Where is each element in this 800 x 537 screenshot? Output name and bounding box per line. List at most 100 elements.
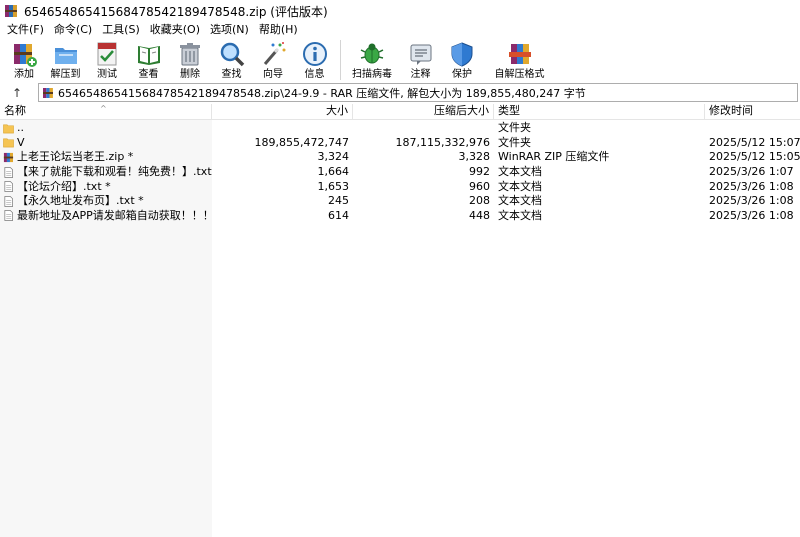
table-row[interactable]: 【来了就能下载和观看！纯免费！】.txt * 1,664 992 文本文档 20…	[0, 165, 800, 180]
file-name: 【永久地址发布页】.txt *	[17, 194, 144, 208]
menu-commands[interactable]: 命令(C)	[49, 22, 97, 38]
text-file-icon	[4, 210, 13, 222]
column-header-size[interactable]: 大小	[212, 104, 353, 120]
view-button[interactable]: 查看	[129, 38, 169, 82]
file-type: 文件夹	[498, 121, 531, 135]
magic-wand-icon	[263, 42, 286, 65]
file-type: 文件夹	[498, 135, 531, 149]
table-row[interactable]: V 189,855,472,747 187,115,332,976 文件夹 20…	[0, 136, 800, 151]
arrow-up-icon: ↑	[11, 85, 23, 100]
scan-virus-label: 扫描病毒	[352, 69, 392, 80]
folder-extract-icon	[54, 48, 77, 64]
table-row[interactable]: 【论坛介绍】.txt * 1,653 960 文本文档 2025/3/26 1:…	[0, 179, 800, 194]
text-file-icon	[4, 181, 13, 193]
add-archive-icon	[14, 44, 37, 67]
file-packed-size: 992	[469, 165, 490, 179]
menu-options[interactable]: 选项(N)	[205, 22, 254, 38]
file-name: 【论坛介绍】.txt *	[17, 179, 111, 193]
table-row[interactable]: 最新地址及APP请发邮箱自动获取！！！.txt * 614 448 文本文档 2…	[0, 209, 800, 224]
delete-button[interactable]: 删除	[170, 38, 210, 82]
magnifier-icon	[220, 42, 244, 67]
window-title: 65465486541568478542189478548.zip (评估版本)	[24, 4, 328, 19]
menu-help[interactable]: 帮助(H)	[254, 22, 303, 38]
file-size: 245	[328, 194, 349, 208]
info-label: 信息	[304, 69, 325, 80]
file-name: 【来了就能下载和观看！纯免费！】.txt *	[17, 165, 212, 179]
extract-to-button[interactable]: 解压到	[46, 38, 86, 82]
menu-file[interactable]: 文件(F)	[2, 22, 49, 38]
folder-icon	[3, 138, 14, 148]
info-icon	[302, 42, 327, 66]
text-file-icon	[4, 195, 13, 207]
find-label: 查找	[221, 69, 242, 80]
column-header-type[interactable]: 类型	[494, 104, 705, 120]
column-header-type-label: 类型	[498, 104, 520, 117]
file-size: 3,324	[317, 150, 350, 164]
file-type: 文本文档	[498, 179, 542, 193]
add-button[interactable]: 添加	[4, 38, 44, 82]
address-row: ↑ 65465486541568478542189478548.zip\24-9…	[0, 82, 800, 103]
protect-button[interactable]: 保护	[442, 38, 482, 82]
file-type: 文本文档	[498, 165, 542, 179]
trash-bin-icon	[180, 43, 200, 66]
column-header-modified[interactable]: 修改时间	[705, 104, 800, 120]
toolbar-separator	[340, 40, 341, 80]
file-name: 最新地址及APP请发邮箱自动获取！！！.txt *	[17, 208, 212, 222]
file-name: 上老王论坛当老王.zip *	[17, 150, 134, 164]
sfx-label: 自解压格式	[494, 69, 545, 80]
file-rows: .. 文件夹 V 189,855,472,747 187,115,332,976…	[0, 121, 800, 223]
file-packed-size: 448	[469, 208, 490, 222]
toolbar: 添加 解压到 测试 查看 删除 查找 向导 信息 扫描病毒 注释 保护 自解压格…	[0, 38, 800, 82]
find-button[interactable]: 查找	[212, 38, 252, 82]
file-modified: 2025/3/26 1:08	[709, 194, 794, 208]
shield-icon	[451, 42, 473, 67]
column-header-size-label: 大小	[326, 104, 348, 117]
file-packed-size: 3,328	[458, 150, 491, 164]
table-row[interactable]: .. 文件夹	[0, 121, 800, 136]
file-packed-size: 187,115,332,976	[395, 135, 490, 149]
test-checklist-icon	[97, 42, 117, 66]
column-header-name-label: 名称	[4, 104, 26, 117]
sfx-button[interactable]: 自解压格式	[484, 38, 556, 82]
view-label: 查看	[138, 69, 159, 80]
folder-up-icon	[3, 124, 14, 134]
title-bar: 65465486541568478542189478548.zip (评估版本)	[0, 0, 800, 22]
text-file-icon	[4, 166, 13, 178]
column-header-packed[interactable]: 压缩后大小	[353, 104, 494, 120]
add-label: 添加	[14, 69, 34, 80]
menu-tools[interactable]: 工具(S)	[97, 22, 145, 38]
file-modified: 2025/3/26 1:07	[709, 165, 794, 179]
comment-note-icon	[410, 44, 431, 65]
scan-virus-button[interactable]: 扫描病毒	[345, 38, 399, 82]
up-one-level-button[interactable]: ↑	[0, 82, 34, 103]
file-size: 1,653	[317, 179, 350, 193]
virus-scan-bug-icon	[360, 43, 384, 64]
archive-icon	[43, 87, 53, 98]
address-path: 65465486541568478542189478548.zip\24-9.9…	[58, 86, 586, 100]
column-header-packed-label: 压缩后大小	[434, 104, 489, 117]
file-packed-size: 960	[469, 179, 490, 193]
file-modified: 2025/3/26 1:08	[709, 208, 794, 222]
test-button[interactable]: 测试	[87, 38, 127, 82]
file-name: V	[17, 135, 25, 149]
column-header-name[interactable]: 名称 ^	[0, 104, 212, 120]
file-type: WinRAR ZIP 压缩文件	[498, 150, 610, 164]
menu-bar: 文件(F) 命令(C) 工具(S) 收藏夹(O) 选项(N) 帮助(H)	[0, 22, 800, 38]
info-button[interactable]: 信息	[295, 38, 335, 82]
table-row[interactable]: 【永久地址发布页】.txt * 245 208 文本文档 2025/3/26 1…	[0, 194, 800, 209]
menu-favorites[interactable]: 收藏夹(O)	[145, 22, 205, 38]
file-name: ..	[17, 121, 24, 135]
table-row[interactable]: 上老王论坛当老王.zip * 3,324 3,328 WinRAR ZIP 压缩…	[0, 150, 800, 165]
comment-button[interactable]: 注释	[401, 38, 441, 82]
wizard-button[interactable]: 向导	[253, 38, 293, 82]
winrar-app-icon	[5, 5, 17, 17]
file-size: 1,664	[317, 165, 350, 179]
column-header-modified-label: 修改时间	[709, 104, 753, 117]
address-field[interactable]: 65465486541568478542189478548.zip\24-9.9…	[38, 83, 798, 102]
file-type: 文本文档	[498, 208, 542, 222]
column-header-row: 名称 ^ 大小 压缩后大小 类型 修改时间	[0, 104, 800, 120]
wizard-label: 向导	[263, 69, 283, 80]
file-packed-size: 208	[469, 194, 490, 208]
file-modified: 2025/3/26 1:08	[709, 179, 794, 193]
file-type: 文本文档	[498, 194, 542, 208]
